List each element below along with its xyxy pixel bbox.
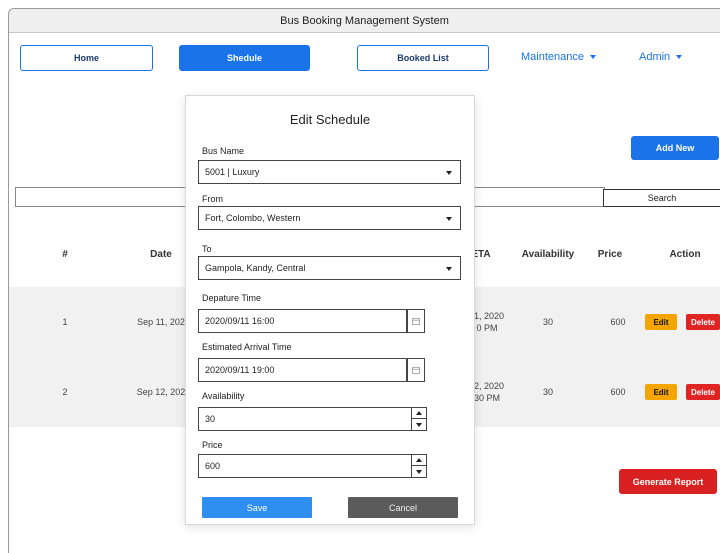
edit-button[interactable]: Edit xyxy=(645,314,677,330)
window-title: Bus Booking Management System xyxy=(9,9,720,33)
stepper-up-icon[interactable] xyxy=(412,408,426,419)
to-label: To xyxy=(202,244,212,254)
app-window: Bus Booking Management System Home Shedu… xyxy=(8,8,720,553)
nav-maintenance-label: Maintenance xyxy=(521,51,584,63)
header-price: Price xyxy=(597,249,623,260)
departure-time-label: Depature Time xyxy=(202,293,262,303)
nav-home-button[interactable]: Home xyxy=(20,45,153,71)
header-date: Date xyxy=(150,249,172,260)
search-button[interactable]: Search xyxy=(603,189,720,207)
row-eta-date: 2, 2020 xyxy=(473,381,505,391)
chevron-down-icon xyxy=(676,55,683,59)
bus-name-label: Bus Name xyxy=(202,146,245,156)
row-eta-date: 1, 2020 xyxy=(473,311,505,321)
from-select[interactable]: Fort, Colombo, Western xyxy=(198,206,461,230)
availability-label: Availability xyxy=(202,391,245,401)
price-label: Price xyxy=(202,440,223,450)
arrival-time-label: Estimated Arrival Time xyxy=(202,342,292,352)
arrival-time-input[interactable]: 2020/09/11 19:00 xyxy=(198,358,407,382)
row-number: 1 xyxy=(62,317,68,327)
row-date: Sep 12, 202 xyxy=(136,387,186,397)
price-stepper[interactable] xyxy=(411,454,427,478)
from-label: From xyxy=(202,194,223,204)
chevron-down-icon xyxy=(446,267,452,271)
generate-report-button[interactable]: Generate Report xyxy=(619,469,717,494)
from-value: Fort, Colombo, Western xyxy=(205,213,301,223)
stepper-down-icon[interactable] xyxy=(412,466,426,477)
save-button[interactable]: Save xyxy=(202,497,312,518)
header-availability: Availability xyxy=(521,249,575,260)
modal-title: Edit Schedule xyxy=(289,112,371,127)
row-price: 600 xyxy=(610,317,626,327)
stepper-up-icon[interactable] xyxy=(412,455,426,466)
chevron-down-icon xyxy=(590,55,596,59)
add-new-button[interactable]: Add New xyxy=(631,136,719,160)
bus-name-value: 5001 | Luxury xyxy=(205,167,260,177)
calendar-icon[interactable] xyxy=(407,358,425,382)
availability-stepper[interactable] xyxy=(411,407,427,431)
edit-button[interactable]: Edit xyxy=(645,384,677,400)
row-date: Sep 11, 202 xyxy=(137,317,185,327)
cancel-button[interactable]: Cancel xyxy=(348,497,458,518)
calendar-icon[interactable] xyxy=(407,309,425,333)
bus-name-select[interactable]: 5001 | Luxury xyxy=(198,160,461,184)
header-number: # xyxy=(62,249,68,260)
nav-booked-list-button[interactable]: Booked List xyxy=(357,45,489,71)
availability-input[interactable]: 30 xyxy=(198,407,424,431)
price-input[interactable]: 600 xyxy=(198,454,424,478)
edit-schedule-modal: Edit Schedule Bus Name 5001 | Luxury Fro… xyxy=(185,95,475,525)
row-number: 2 xyxy=(62,387,68,397)
nav-admin-menu[interactable]: Admin xyxy=(639,51,683,63)
delete-button[interactable]: Delete xyxy=(686,384,720,400)
header-action: Action xyxy=(669,249,701,260)
to-value: Gampola, Kandy, Central xyxy=(205,263,306,273)
to-select[interactable]: Gampola, Kandy, Central xyxy=(198,256,461,280)
departure-time-input[interactable]: 2020/09/11 16:00 xyxy=(198,309,407,333)
row-eta-time: 0 PM xyxy=(476,323,498,333)
nav-admin-label: Admin xyxy=(639,51,671,63)
stepper-down-icon[interactable] xyxy=(412,419,426,430)
row-price: 600 xyxy=(610,387,626,397)
chevron-down-icon xyxy=(446,217,452,221)
delete-button[interactable]: Delete xyxy=(686,314,720,330)
nav-maintenance-menu[interactable]: Maintenance xyxy=(521,51,596,63)
row-availability: 30 xyxy=(542,317,554,327)
chevron-down-icon xyxy=(446,171,452,175)
row-eta-time: 30 PM xyxy=(473,393,501,403)
row-availability: 30 xyxy=(542,387,554,397)
nav-schedule-button[interactable]: Shedule xyxy=(179,45,310,71)
